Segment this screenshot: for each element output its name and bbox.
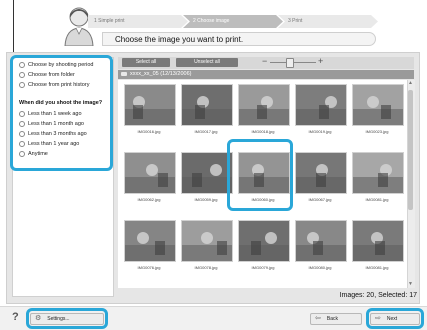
thumbnail-caption: IMG0081.jpg	[365, 265, 389, 270]
step-choose-image[interactable]: 2 Choose image	[183, 15, 283, 28]
thumbnail[interactable]	[124, 220, 176, 262]
thumbnail[interactable]	[295, 84, 347, 126]
photo-image	[125, 153, 175, 193]
step-simple-print[interactable]: 1 Simple print	[88, 15, 188, 28]
select-all-button[interactable]: Select all	[122, 58, 170, 67]
photo-image	[353, 221, 403, 261]
thumbnail-caption: IMG0067.jpg	[308, 197, 332, 202]
zoom-in-icon[interactable]: +	[318, 56, 323, 66]
photo-image	[125, 221, 175, 261]
thumbnail[interactable]	[295, 220, 347, 262]
thumbnail[interactable]	[181, 84, 233, 126]
next-highlight	[366, 308, 424, 329]
scroll-up-icon[interactable]: ▲	[408, 81, 413, 86]
instruction-bar: Choose the image you want to print.	[102, 32, 376, 46]
thumbnail[interactable]	[352, 152, 404, 194]
photo-image	[296, 221, 346, 261]
back-arrow-icon: ⇦	[315, 315, 321, 322]
thumbnail-caption: IMG0023.jpg	[365, 129, 389, 134]
thumbnail-caption: IMG0062.jpg	[137, 197, 161, 202]
thumbnail-caption: IMG0078.jpg	[194, 265, 218, 270]
thumbnail[interactable]	[238, 84, 290, 126]
thumbnail-caption: IMG0019.jpg	[308, 129, 332, 134]
zoom-slider-knob[interactable]	[286, 58, 294, 68]
photo-image	[353, 85, 403, 125]
selection-status: Images: 20, Selected: 17	[339, 292, 417, 299]
thumbnail[interactable]	[238, 220, 290, 262]
settings-highlight	[26, 308, 108, 329]
photo-image	[182, 85, 232, 125]
thumbnail[interactable]	[352, 220, 404, 262]
thumbnail-caption: IMG0076.jpg	[137, 265, 161, 270]
thumbnail-caption: IMG0081.jpg	[365, 197, 389, 202]
thumbnail-highlight	[227, 139, 293, 211]
photo-image	[239, 85, 289, 125]
folder-icon	[121, 72, 127, 76]
thumbnail[interactable]	[295, 152, 347, 194]
step-breadcrumb: 1 Simple print 2 Choose image 3 Print	[88, 15, 373, 28]
thumbnail-caption: IMG0059.jpg	[194, 197, 218, 202]
thumbnail-caption: IMG0017.jpg	[194, 129, 218, 134]
photo-image	[353, 153, 403, 193]
step-print[interactable]: 3 Print	[278, 15, 378, 28]
photo-image	[239, 221, 289, 261]
scroll-down-icon[interactable]: ▼	[408, 282, 413, 287]
filter-highlight	[10, 55, 113, 171]
photo-image	[182, 153, 232, 193]
thumbnail[interactable]	[124, 152, 176, 194]
back-label: Back	[326, 316, 338, 322]
photo-image	[182, 221, 232, 261]
thumbnail-caption: IMG0079.jpg	[251, 265, 275, 270]
back-button[interactable]: ⇦ Back	[310, 313, 362, 325]
photo-image	[296, 85, 346, 125]
thumbnail-caption: IMG0016.jpg	[137, 129, 161, 134]
scroll-thumb[interactable]	[408, 90, 413, 210]
thumbnail[interactable]	[181, 152, 233, 194]
folder-label: xxxx_xx_05 (12/13/2006)	[130, 71, 192, 77]
zoom-out-icon[interactable]: −	[262, 56, 267, 66]
photo-image	[296, 153, 346, 193]
thumbnail-caption: IMG0018.jpg	[251, 129, 275, 134]
thumbnail-caption: IMG0080.jpg	[308, 265, 332, 270]
help-icon[interactable]: ?	[12, 311, 19, 323]
unselect-all-button[interactable]: Unselect all	[176, 58, 238, 67]
thumbnail[interactable]	[352, 84, 404, 126]
thumbnail[interactable]	[124, 84, 176, 126]
photo-image	[125, 85, 175, 125]
thumbnail[interactable]	[181, 220, 233, 262]
